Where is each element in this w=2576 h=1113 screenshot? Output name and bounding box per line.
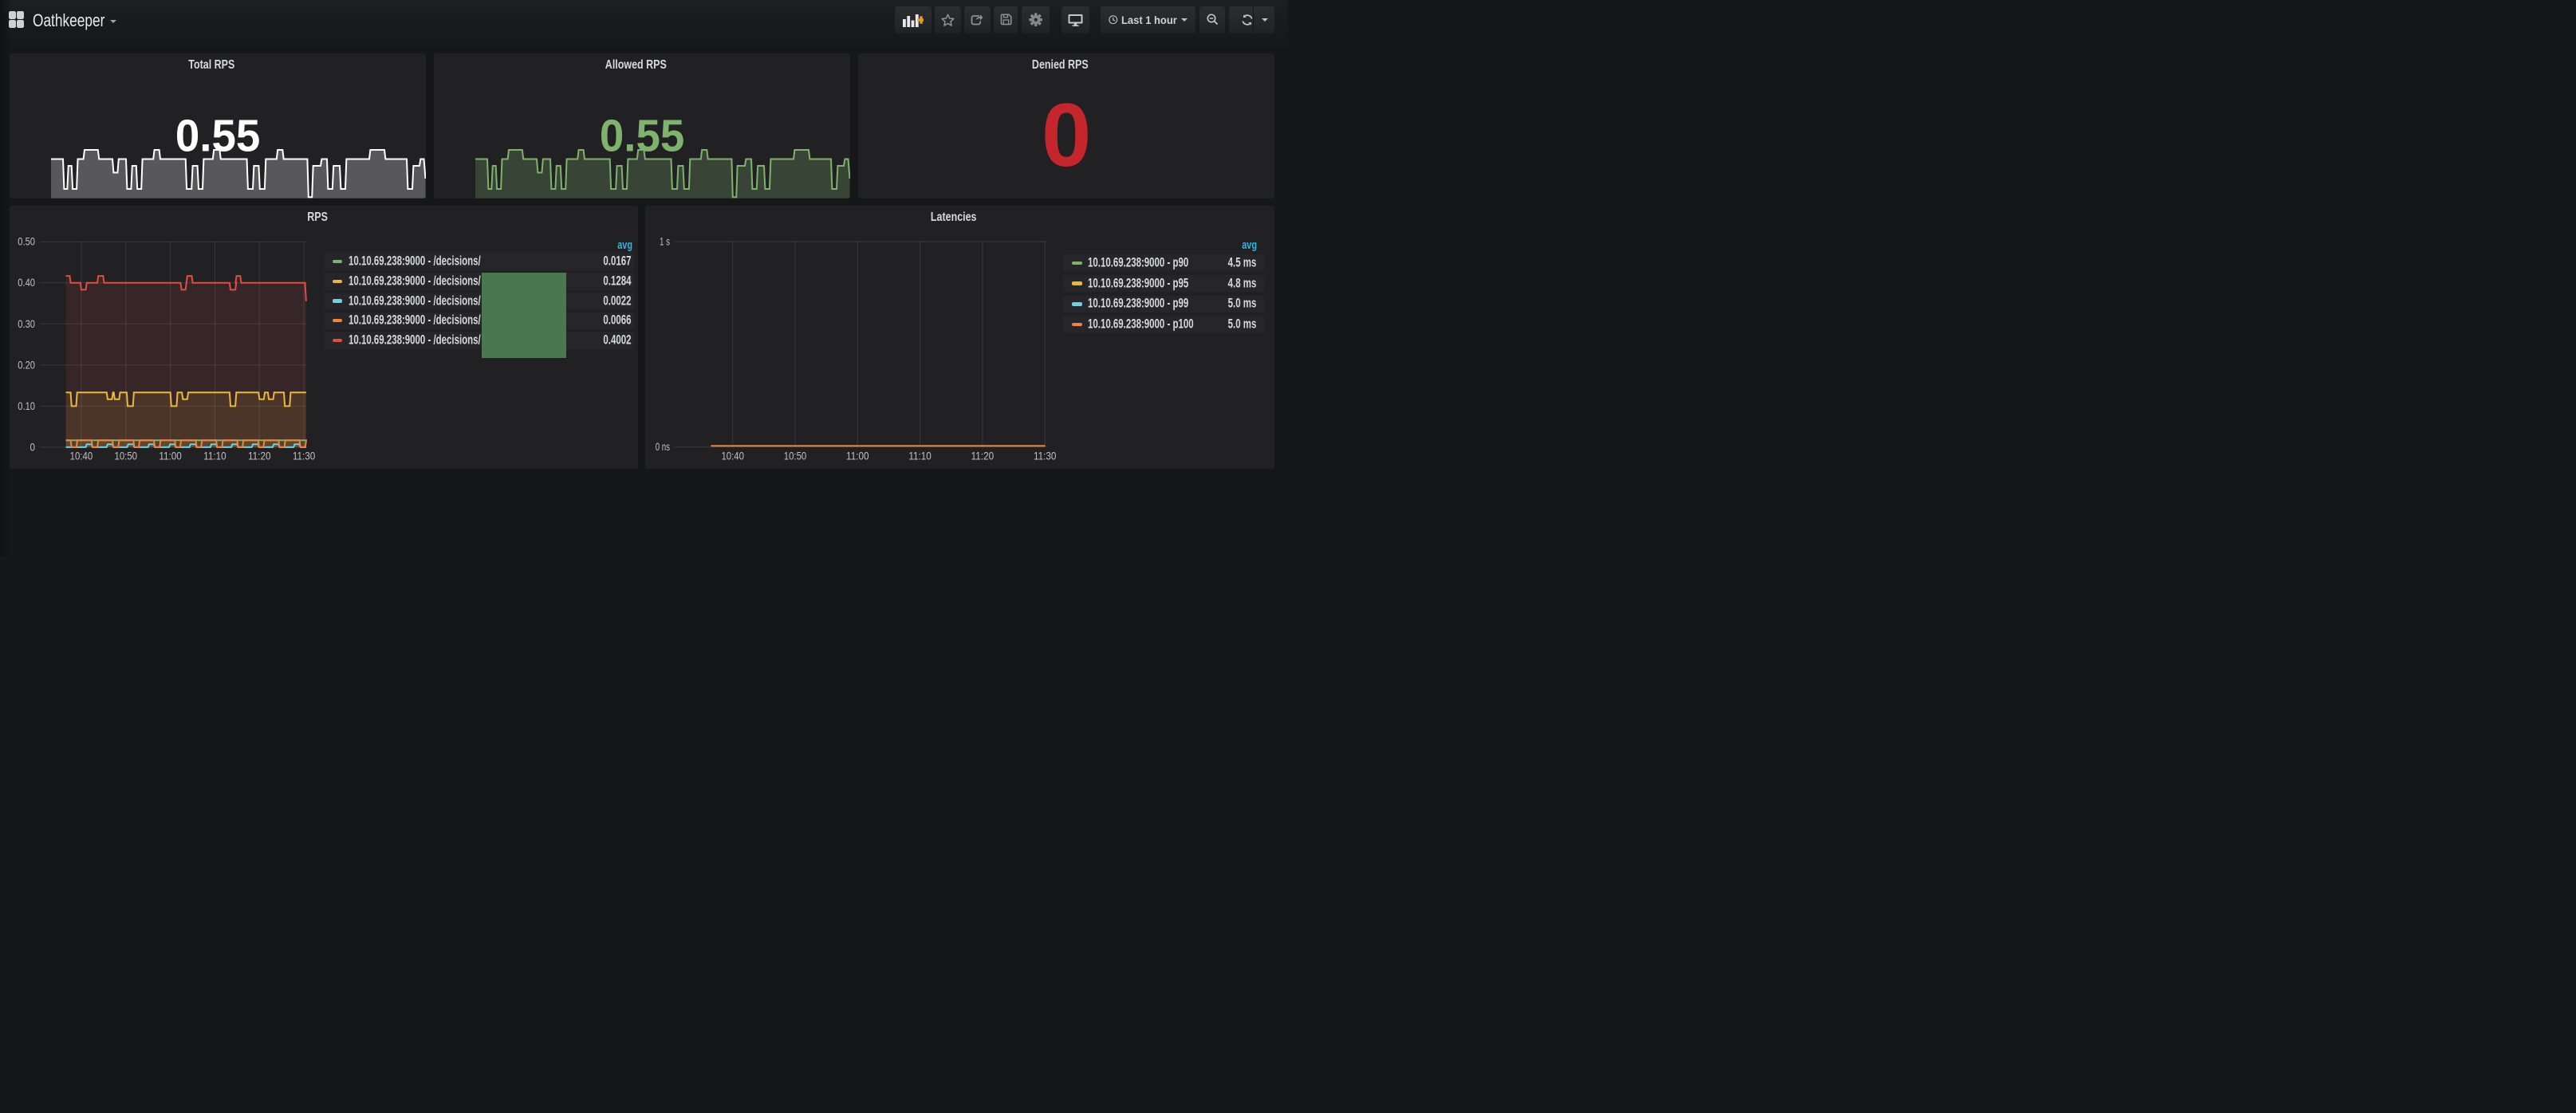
svg-text:11:30: 11:30 — [293, 450, 315, 462]
svg-text:0.20: 0.20 — [18, 359, 35, 371]
svg-text:10:50: 10:50 — [115, 450, 137, 462]
svg-text:0.30: 0.30 — [18, 318, 35, 330]
svg-text:0: 0 — [30, 441, 35, 453]
svg-text:11:20: 11:20 — [248, 450, 270, 462]
svg-text:11:00: 11:00 — [159, 450, 181, 462]
svg-text:11:20: 11:20 — [971, 450, 994, 462]
svg-text:11:30: 11:30 — [1034, 450, 1056, 462]
svg-text:0.50: 0.50 — [18, 236, 35, 248]
svg-text:0 ns: 0 ns — [656, 441, 670, 453]
svg-text:0.40: 0.40 — [18, 277, 35, 289]
svg-text:0.10: 0.10 — [18, 400, 35, 412]
svg-text:10:50: 10:50 — [784, 450, 806, 462]
svg-text:10:40: 10:40 — [721, 450, 743, 462]
svg-text:11:00: 11:00 — [846, 450, 869, 462]
svg-text:1 s: 1 s — [660, 236, 670, 248]
svg-text:11:10: 11:10 — [203, 450, 226, 462]
svg-text:11:10: 11:10 — [908, 450, 931, 462]
svg-text:10:40: 10:40 — [70, 450, 93, 462]
